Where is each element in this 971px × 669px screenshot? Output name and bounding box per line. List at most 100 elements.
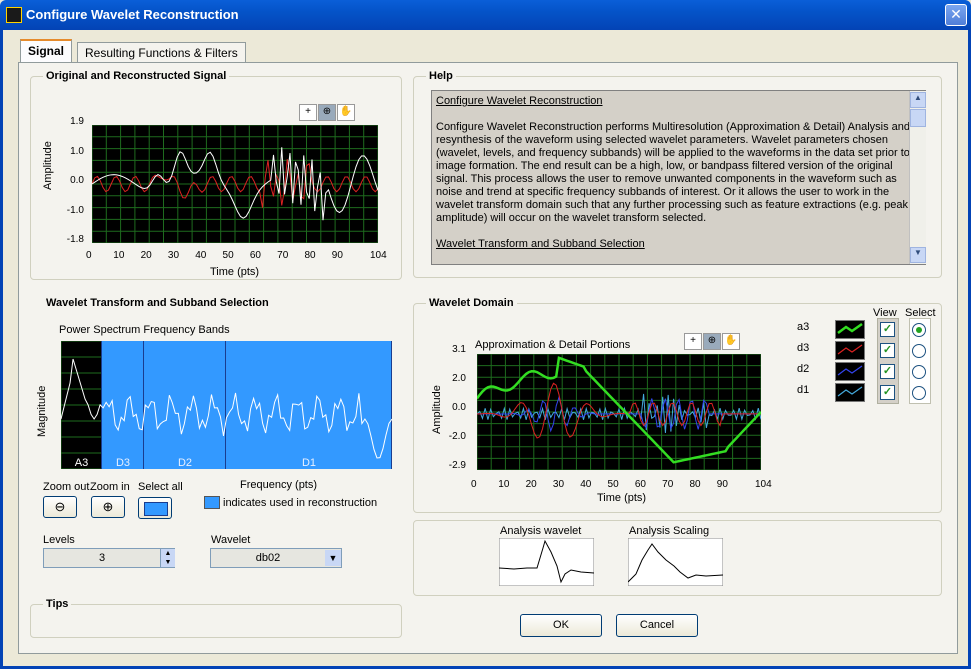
signal-group-title: Original and Reconstructed Signal: [43, 70, 230, 82]
tab-resulting-functions[interactable]: Resulting Functions & Filters: [77, 42, 246, 62]
signal-xticks: 0 10 20 30 40 50 60 70 80 90 104: [85, 250, 387, 262]
series-swatch-a3: [835, 320, 865, 339]
help-group-title: Help: [426, 70, 456, 82]
series-swatch-line: [837, 344, 863, 355]
analysis-wavelet-label: Analysis wavelet: [500, 525, 582, 537]
help-textbox[interactable]: Configure Wavelet Reconstruction Configu…: [431, 90, 926, 265]
band-label: D3: [116, 457, 130, 469]
x-tick-label: 90: [716, 479, 728, 490]
domain-yticks: 3.1 2.0 0.0 -2.0 -2.9: [440, 344, 470, 475]
series-swatch-d2: [835, 362, 865, 381]
x-tick-label: 70: [277, 250, 289, 261]
levels-field[interactable]: 3 ▲ ▼: [43, 548, 175, 568]
x-tick-label: 50: [222, 250, 234, 261]
crosshair-icon[interactable]: +: [299, 104, 317, 121]
zoom-in-button[interactable]: ⊕: [91, 496, 125, 518]
chevron-down-icon[interactable]: ▼: [325, 550, 341, 566]
domain-graph-palette: + ⊕ ✋: [684, 333, 744, 350]
analysis-scaling-label: Analysis Scaling: [629, 525, 710, 537]
y-tick-label: -1.8: [66, 234, 84, 245]
reconstruction-legend-text: indicates used in reconstruction: [223, 497, 378, 509]
series-swatch-line: [837, 322, 863, 334]
view-checkbox-d3[interactable]: ✓: [880, 343, 895, 358]
x-tick-label: 70: [662, 479, 674, 490]
x-tick-label: 60: [634, 479, 646, 490]
x-tick-label: 80: [304, 250, 316, 261]
y-tick-label: 0.0: [452, 402, 466, 413]
levels-spinner[interactable]: ▲ ▼: [160, 549, 175, 567]
series-swatch-line: [837, 365, 863, 376]
band-d1: [226, 341, 392, 469]
signal-graph-palette: + ⊕ ✋: [299, 104, 359, 121]
scroll-up-icon[interactable]: ▲: [910, 92, 926, 108]
domain-xticks: 0 10 20 30 40 50 60 70 80 90 104: [470, 479, 772, 491]
band-label: A3: [75, 457, 88, 469]
series-swatch-d3: [835, 341, 865, 360]
zoom-in-label: Zoom in: [90, 481, 130, 493]
help-subband-link[interactable]: Wavelet Transform and Subband Selection: [436, 238, 921, 251]
spectrum-xlabel: Frequency (pts): [240, 479, 318, 491]
select-radio-d3[interactable]: [912, 344, 926, 358]
crosshair-icon[interactable]: +: [684, 333, 702, 350]
y-tick-label: -1.0: [66, 204, 84, 216]
band-label: D1: [302, 457, 316, 469]
x-tick-label: 20: [525, 479, 537, 490]
help-scrollbar[interactable]: ▲ ▼: [909, 91, 926, 264]
close-button[interactable]: ✕: [945, 4, 967, 26]
cancel-button[interactable]: Cancel: [616, 614, 698, 637]
analysis-scaling-plot: [628, 538, 723, 586]
domain-xlabel: Time (pts): [597, 492, 647, 504]
zoom-icon[interactable]: ⊕: [318, 104, 336, 121]
wavelet-label: Wavelet: [211, 534, 251, 546]
signal-ylabel: Amplitude: [42, 141, 54, 190]
zoom-in-icon: ⊕: [102, 499, 114, 514]
x-tick-label: 10: [113, 250, 125, 261]
y-tick-label: 1.9: [70, 116, 84, 127]
view-checkbox-d2[interactable]: ✓: [880, 364, 895, 379]
band-label: D2: [178, 457, 192, 469]
y-tick-label: 2.0: [452, 373, 466, 384]
spectrum-plot-title: Power Spectrum Frequency Bands: [59, 324, 230, 336]
ok-button[interactable]: OK: [520, 614, 602, 637]
tab-signal[interactable]: Signal: [20, 39, 73, 62]
x-tick-label: 10: [498, 479, 510, 490]
domain-plot: [477, 354, 761, 470]
signal-xlabel: Time (pts): [210, 266, 260, 278]
scroll-down-icon[interactable]: ▼: [910, 247, 926, 263]
tips-group: [30, 604, 402, 638]
y-tick-label: 0.0: [70, 175, 84, 186]
y-tick-label: 1.0: [70, 145, 84, 157]
x-tick-label: 104: [755, 479, 772, 490]
x-tick-label: 40: [195, 250, 207, 261]
y-tick-label: -2.9: [448, 460, 466, 471]
view-checkbox-d1[interactable]: ✓: [880, 385, 895, 400]
pan-hand-icon[interactable]: ✋: [722, 333, 740, 350]
wavelet-select[interactable]: db02 ▼: [210, 548, 342, 568]
pan-hand-icon[interactable]: ✋: [337, 104, 355, 121]
select-radio-a3[interactable]: [912, 323, 926, 337]
spectrum-plot[interactable]: A3 D3 D2 D1: [61, 341, 392, 469]
series-label-d2: d2: [797, 363, 810, 375]
zoom-out-button[interactable]: ⊖: [43, 496, 77, 518]
scroll-thumb[interactable]: [910, 109, 926, 127]
help-heading-link[interactable]: Configure Wavelet Reconstruction: [436, 95, 921, 108]
spectrum-ylabel: Magnitude: [36, 385, 48, 437]
title-bar: Configure Wavelet Reconstruction ✕: [0, 0, 971, 30]
x-tick-label: 30: [167, 250, 180, 261]
select-all-button[interactable]: [138, 497, 172, 519]
help-body: Configure Wavelet Reconstruction perform…: [436, 121, 911, 224]
reconstruction-legend-swatch: [204, 496, 220, 509]
x-tick-label: 90: [331, 250, 343, 261]
x-tick-label: 60: [249, 250, 261, 261]
select-radio-d2[interactable]: [912, 365, 926, 379]
x-tick-label: 104: [370, 250, 387, 261]
x-tick-label: 0: [471, 479, 477, 490]
levels-label: Levels: [43, 534, 75, 546]
select-radio-d1[interactable]: [912, 386, 926, 400]
zoom-icon[interactable]: ⊕: [703, 333, 721, 350]
signal-yticks: 1.9 1.0 0.0 -1.0 -1.8: [58, 116, 88, 247]
view-checkbox-a3[interactable]: ✓: [880, 322, 895, 337]
subband-group-title: Wavelet Transform and Subband Selection: [43, 297, 272, 309]
zoom-out-label: Zoom out: [43, 481, 90, 493]
x-tick-label: 80: [689, 479, 701, 490]
